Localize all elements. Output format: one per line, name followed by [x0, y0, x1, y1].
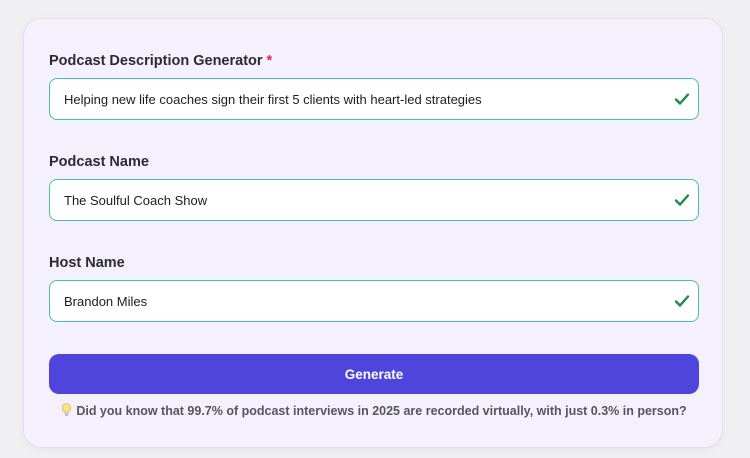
podcast-name-label: Podcast Name: [49, 154, 149, 170]
description-field[interactable]: [49, 78, 699, 120]
tip-message: Did you know that 99.7% of podcast inter…: [24, 403, 724, 418]
podcast-name-input[interactable]: [50, 180, 650, 220]
required-mark: *: [266, 53, 273, 69]
description-label-text: Podcast Description Generator: [49, 53, 263, 69]
description-input[interactable]: [50, 79, 650, 119]
lightbulb-icon: [62, 403, 72, 416]
check-icon: [674, 93, 690, 105]
tip-text: Did you know that 99.7% of podcast inter…: [76, 404, 687, 418]
description-label: Podcast Description Generator *: [49, 53, 272, 69]
check-icon: [674, 194, 690, 206]
podcast-name-field[interactable]: [49, 179, 699, 221]
host-name-input[interactable]: [50, 281, 650, 321]
generate-button[interactable]: Generate: [49, 354, 699, 394]
check-icon: [674, 295, 690, 307]
host-name-field[interactable]: [49, 280, 699, 322]
host-name-label: Host Name: [49, 255, 125, 271]
generator-card: Podcast Description Generator* Podcast N…: [23, 18, 723, 448]
